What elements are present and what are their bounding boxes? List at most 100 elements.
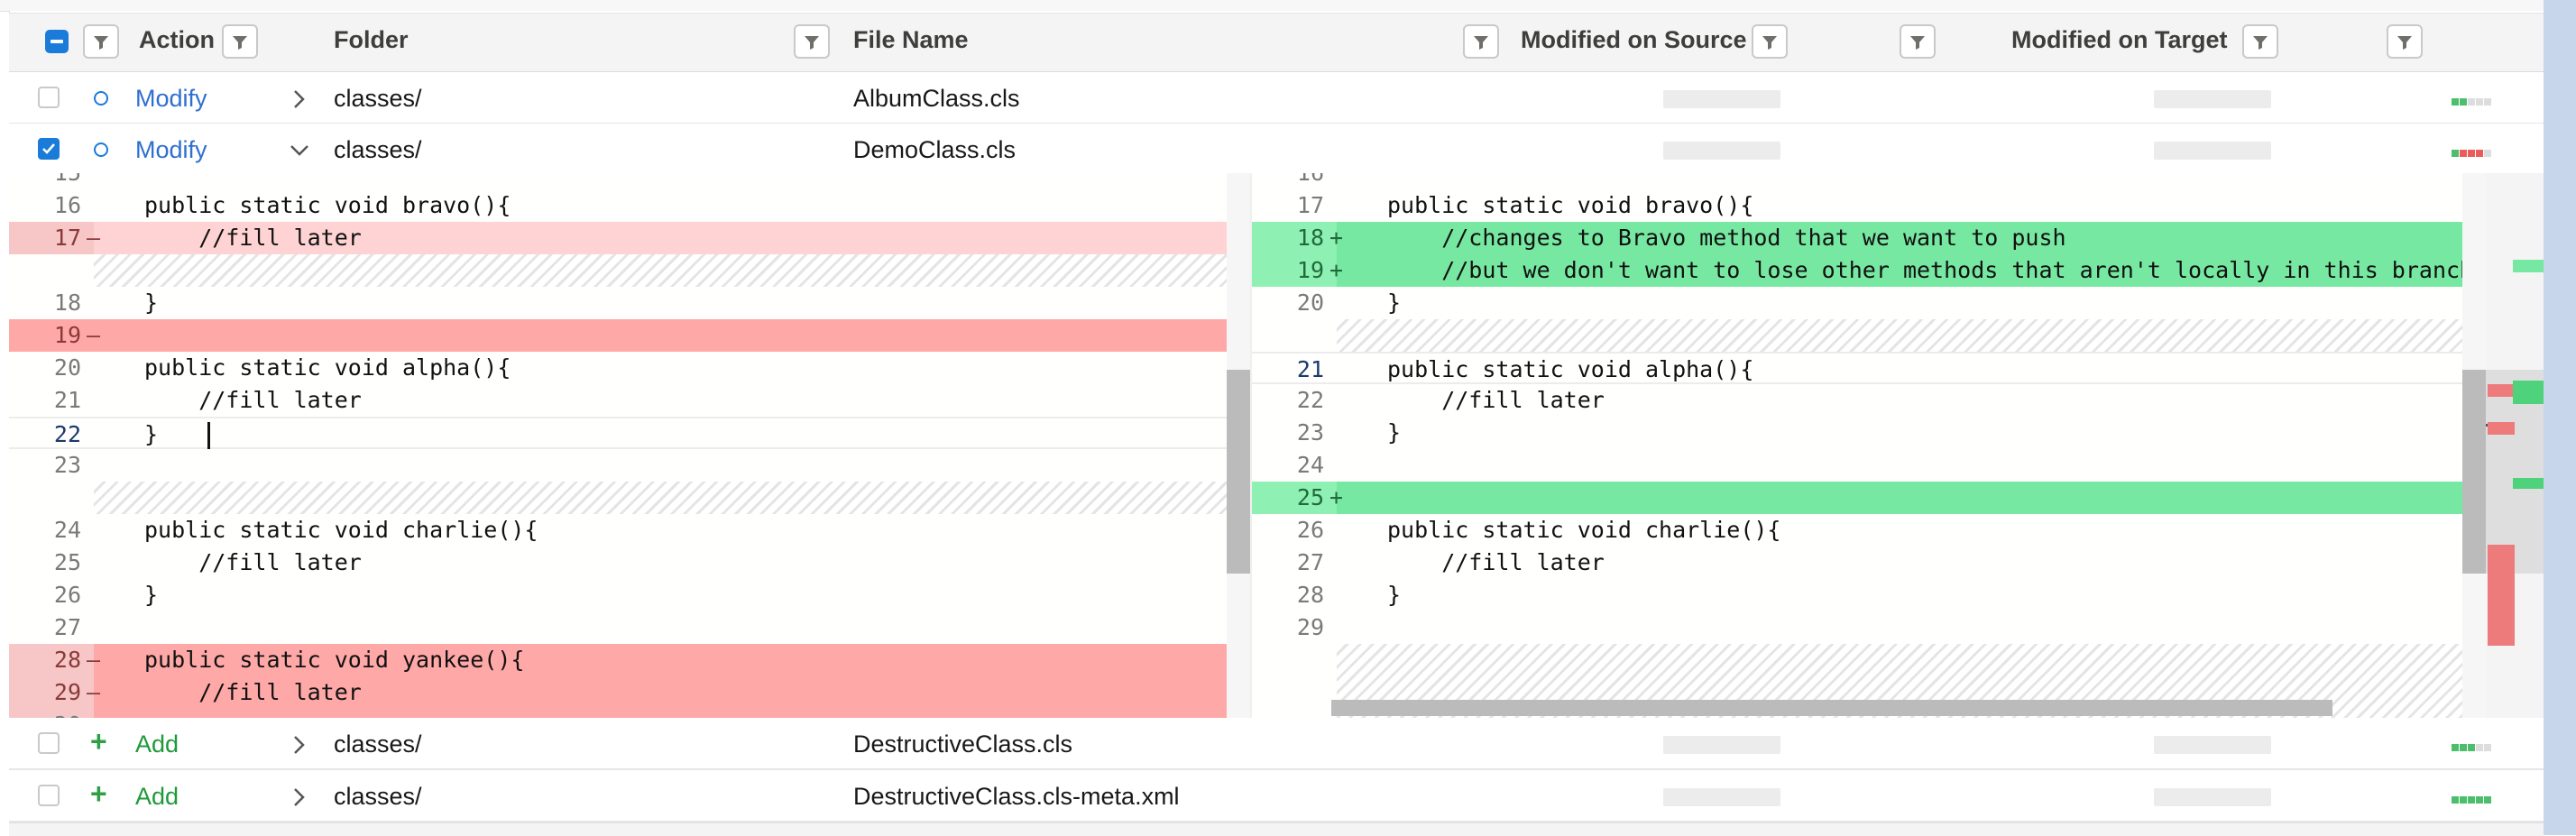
filter-icon[interactable] — [2242, 24, 2278, 59]
row-checkbox[interactable] — [38, 732, 60, 754]
line-number: 29 — [53, 679, 81, 705]
diff-pane-source[interactable]: 15 16 public static void bravo(){ 17— //… — [9, 173, 1250, 718]
horizontal-scrollbar[interactable] — [1331, 700, 2332, 716]
deleted-line: 28— public static void yankee(){ — [9, 644, 1250, 676]
text-cursor — [207, 422, 210, 449]
code-line: public static void alpha(){ — [144, 354, 511, 381]
line-number: 17 — [1296, 192, 1324, 218]
vertical-scrollbar[interactable] — [2462, 173, 2486, 718]
change-indicator — [2452, 94, 2492, 106]
filter-icon[interactable] — [1752, 24, 1788, 59]
line-number: 16 — [53, 192, 81, 218]
code-line: public static void alpha(){ — [1387, 356, 1754, 382]
table-row[interactable]: + Add classes/ DestructiveClass.cls-meta… — [9, 770, 2544, 822]
added-line: 25 + — [1252, 482, 2502, 514]
line-number: 21 — [53, 387, 81, 413]
row-checkbox[interactable] — [38, 87, 60, 108]
table-row[interactable]: Modify classes/ AlbumClass.cls — [9, 72, 2544, 124]
line-marker: — — [87, 679, 101, 705]
line-number: 29 — [1296, 614, 1324, 640]
chevron-right-icon[interactable] — [289, 88, 310, 110]
action-link[interactable]: Add — [135, 783, 179, 811]
line-number: 16 — [1252, 173, 1324, 189]
file-name-cell: DestructiveClass.cls-meta.xml — [853, 783, 1180, 810]
line-number: 26 — [53, 582, 81, 608]
line-number: 25 — [1296, 484, 1324, 510]
diff-pane-target[interactable]: 16 17 public static void bravo(){ 18+ //… — [1250, 173, 2502, 718]
filter-icon[interactable] — [83, 24, 119, 59]
change-indicator — [2452, 740, 2492, 751]
modified-target-placeholder — [2154, 142, 2271, 160]
modify-status-icon — [94, 91, 108, 106]
scrollbar-thumb[interactable] — [1227, 370, 1250, 574]
action-link[interactable]: Modify — [135, 85, 207, 113]
alignment-spacer — [94, 482, 1227, 514]
filter-icon[interactable] — [222, 24, 258, 59]
chevron-right-icon[interactable] — [289, 786, 310, 808]
diff-overview-ruler[interactable] — [2486, 173, 2544, 718]
code-line: //changes to Bravo method that we want t… — [1387, 225, 2066, 251]
modified-target-placeholder — [2154, 788, 2271, 806]
table-row[interactable]: + Add classes/ DestructiveClass.cls — [9, 718, 2544, 770]
code-line: //fill later — [144, 679, 362, 705]
line-number: 26 — [1296, 517, 1324, 543]
row-checkbox[interactable] — [38, 785, 60, 806]
modified-target-placeholder — [2154, 736, 2271, 754]
action-link[interactable]: Modify — [135, 136, 207, 164]
column-header-folder: Folder — [334, 26, 409, 53]
line-number: 25 — [53, 549, 81, 575]
line-number: 23 — [53, 452, 81, 478]
chevron-down-icon[interactable] — [289, 140, 310, 161]
line-number: 19 — [53, 322, 81, 348]
add-status-icon: + — [90, 777, 107, 810]
current-line[interactable]: 21 public static void alpha(){ — [1252, 352, 2464, 384]
line-number: 22 — [1296, 387, 1324, 413]
filter-icon[interactable] — [794, 24, 830, 59]
line-number: 28 — [53, 647, 81, 673]
action-link[interactable]: Add — [135, 730, 179, 758]
row-checkbox[interactable] — [38, 138, 60, 160]
table-row[interactable]: Modify classes/ DemoClass.cls — [9, 124, 2544, 176]
line-number: 18 — [1296, 225, 1324, 251]
line-marker: — — [87, 647, 101, 673]
file-name-cell: DemoClass.cls — [853, 136, 1017, 163]
line-number: 27 — [53, 614, 81, 640]
folder-cell: classes/ — [334, 85, 422, 112]
line-number: 20 — [53, 354, 81, 381]
folder-cell: classes/ — [334, 730, 422, 758]
line-marker: — — [87, 322, 101, 348]
change-indicator — [2452, 145, 2492, 157]
line-number: 30 — [9, 709, 81, 718]
filter-icon[interactable] — [2387, 24, 2423, 59]
added-marker — [2513, 260, 2544, 272]
deleted-marker — [2488, 422, 2515, 435]
column-header-modified-target: Modified on Target — [2011, 26, 2228, 53]
select-all-checkbox[interactable] — [45, 30, 69, 53]
line-number: 20 — [1296, 289, 1324, 316]
line-number: 24 — [1296, 452, 1324, 478]
added-marker — [2513, 381, 2544, 404]
vertical-scrollbar[interactable] — [1227, 173, 1250, 718]
code-line: } — [1387, 289, 1402, 316]
added-marker — [2513, 478, 2544, 489]
column-header-file-name: File Name — [853, 26, 969, 53]
scrollbar-thumb[interactable] — [2462, 370, 2486, 574]
line-marker: + — [1329, 484, 1344, 510]
filter-icon[interactable] — [1463, 24, 1499, 59]
code-line: public static void charlie(){ — [144, 517, 538, 543]
modified-source-placeholder — [1663, 90, 1780, 108]
column-header-action: Action — [139, 26, 215, 53]
table-header: Action Folder File Name Modified on Sour… — [9, 13, 2544, 73]
right-edge-panel — [2544, 0, 2576, 835]
code-line: } — [144, 582, 159, 608]
filter-icon[interactable] — [1900, 24, 1936, 59]
chevron-right-icon[interactable] — [289, 734, 310, 756]
current-line[interactable]: 22 } — [9, 417, 1227, 449]
line-number: 19 — [1296, 257, 1324, 283]
diff-viewer: 15 16 public static void bravo(){ 17— //… — [9, 173, 2544, 718]
deleted-line: 17— //fill later — [9, 222, 1227, 254]
modified-source-placeholder — [1663, 788, 1780, 806]
column-header-modified-source: Modified on Source — [1521, 26, 1747, 53]
code-line: public static void yankee(){ — [144, 647, 525, 673]
alignment-spacer — [94, 254, 1227, 287]
